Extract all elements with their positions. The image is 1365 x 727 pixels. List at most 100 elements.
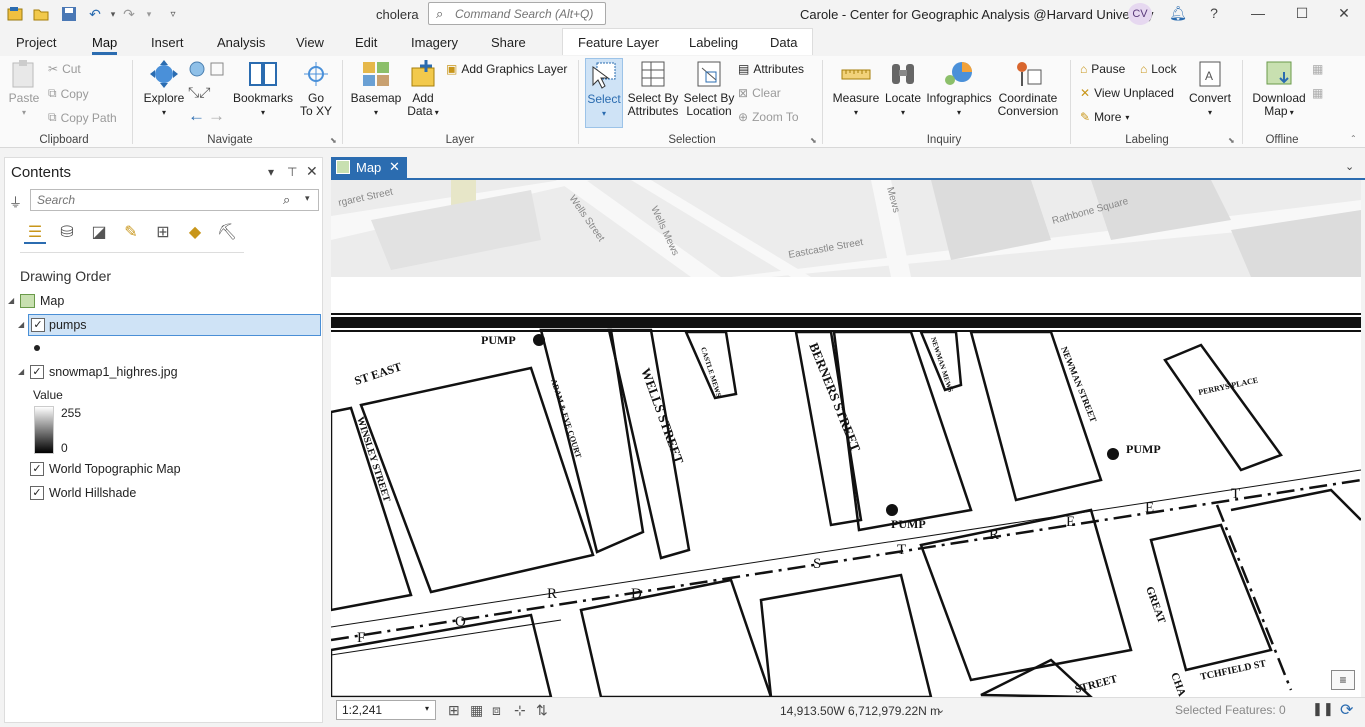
- open-project-icon[interactable]: [32, 5, 50, 23]
- user-account-text[interactable]: Carole - Center for Geographic Analysis …: [800, 7, 1154, 22]
- attributes-button[interactable]: ▤ Attributes: [738, 62, 804, 76]
- sync-icon[interactable]: ▦: [1312, 62, 1323, 76]
- collapse-caret-icon[interactable]: ◢: [8, 296, 14, 305]
- select-by-location-button[interactable]: Select By Location: [682, 58, 736, 118]
- bookmarks-button[interactable]: Bookmarks ▾: [232, 58, 294, 119]
- snapping-icon[interactable]: ⧈: [492, 702, 501, 719]
- grid-icon[interactable]: ▦: [470, 702, 483, 719]
- infographics-button[interactable]: Infographics ▾: [924, 58, 994, 119]
- pump-point[interactable]: [886, 504, 898, 516]
- remove-offline-icon[interactable]: ▦: [1312, 86, 1323, 100]
- labeling-launcher-icon[interactable]: ⬊: [1228, 136, 1235, 145]
- pane-options-icon[interactable]: ▾: [268, 165, 274, 179]
- close-pane-icon[interactable]: ✕: [306, 163, 318, 180]
- tab-share[interactable]: Share: [491, 35, 526, 50]
- tab-analysis[interactable]: Analysis: [217, 35, 265, 50]
- basemap-button[interactable]: Basemap ▾: [350, 58, 402, 119]
- previous-extent-icon[interactable]: ←: [188, 106, 205, 126]
- pump-point[interactable]: [1107, 448, 1119, 460]
- filter-icon[interactable]: ⏚: [9, 192, 22, 211]
- lock-labels-button[interactable]: ⌂ Lock: [1140, 62, 1177, 76]
- next-extent-icon[interactable]: →: [208, 106, 225, 126]
- pin-pane-icon[interactable]: ⊤: [287, 165, 297, 179]
- point-symbol-icon[interactable]: [34, 345, 40, 351]
- list-by-snapping-icon[interactable]: ⊞: [152, 222, 174, 244]
- tree-row-map[interactable]: ◢ Map: [0, 291, 319, 313]
- save-project-icon[interactable]: [60, 5, 78, 23]
- close-tab-icon[interactable]: ✕: [389, 159, 400, 175]
- chevron-down-icon[interactable]: ▾: [425, 704, 429, 713]
- copy-path-button[interactable]: ⧉ Copy Path: [48, 110, 117, 125]
- copy-button[interactable]: ⧉ Copy: [48, 86, 89, 101]
- tab-feature-layer[interactable]: Feature Layer: [578, 35, 659, 50]
- view-unplaced-button[interactable]: ✕ View Unplaced: [1080, 86, 1174, 100]
- tab-project[interactable]: Project: [16, 35, 56, 50]
- tab-map[interactable]: Map: [92, 35, 118, 55]
- tree-row-pumps[interactable]: ✓ pumps: [28, 314, 321, 336]
- north-arrow-icon[interactable]: ⇅: [536, 702, 548, 719]
- explore-button[interactable]: Explore ▾: [142, 58, 186, 119]
- clear-selection-button[interactable]: ⊠ Clear: [738, 86, 781, 100]
- command-search-input[interactable]: [453, 5, 603, 22]
- layer-visibility-checkbox[interactable]: ✓: [31, 318, 45, 332]
- collapse-caret-icon[interactable]: ◢: [18, 320, 24, 329]
- close-button[interactable]: ✕: [1334, 5, 1354, 23]
- cut-button[interactable]: ✂ Cut: [48, 62, 81, 76]
- tab-edit[interactable]: Edit: [355, 35, 377, 50]
- contents-search-input[interactable]: [35, 192, 275, 208]
- view-list-dropdown-icon[interactable]: ⌄: [1345, 160, 1354, 173]
- zoom-extent-arrows-icon[interactable]: ⤡⤢: [188, 84, 210, 101]
- layer-visibility-checkbox[interactable]: ✓: [30, 462, 44, 476]
- refresh-icon[interactable]: ⟳: [1340, 700, 1353, 720]
- minimize-button[interactable]: —: [1248, 5, 1268, 23]
- list-by-perspective-icon[interactable]: ⛏: [216, 222, 238, 244]
- contents-search[interactable]: ⌕ ▾: [30, 189, 319, 211]
- maximize-button[interactable]: ☐: [1292, 5, 1312, 23]
- tab-labeling[interactable]: Labeling: [689, 35, 738, 50]
- select-button[interactable]: Select ▾: [585, 58, 623, 128]
- notifications-bell-icon[interactable]: 🔔︎: [1168, 5, 1188, 23]
- help-button[interactable]: ?: [1204, 5, 1224, 23]
- list-by-labeling-icon[interactable]: ◆: [184, 222, 206, 244]
- customize-qat-icon[interactable]: ▿: [164, 5, 182, 23]
- command-search[interactable]: ⌕: [428, 2, 606, 25]
- tab-map-view[interactable]: Map ✕: [331, 157, 407, 179]
- selection-launcher-icon[interactable]: ⬊: [810, 136, 817, 145]
- redo-icon[interactable]: ↷: [120, 5, 138, 23]
- app-logo-icon[interactable]: [6, 5, 24, 23]
- add-graphics-layer-button[interactable]: ▣ Add Graphics Layer: [446, 62, 567, 76]
- measure-button[interactable]: Measure ▾: [830, 58, 882, 119]
- pause-drawing-icon[interactable]: ❚❚: [1312, 701, 1334, 717]
- list-by-drawing-order-icon[interactable]: ☰: [24, 222, 46, 244]
- search-icon[interactable]: ⌕: [283, 192, 290, 208]
- zoom-to-selection-button[interactable]: ⊕ Zoom To: [738, 110, 799, 124]
- tree-row-world-topographic[interactable]: ✓ World Topographic Map: [0, 459, 319, 481]
- fixed-zoom-icon[interactable]: [208, 60, 226, 78]
- select-by-attributes-button[interactable]: Select By Attributes: [626, 58, 680, 118]
- more-labeling-button[interactable]: ✎ More ▾: [1080, 110, 1129, 124]
- coordinate-units-dropdown-icon[interactable]: ⌄: [936, 703, 945, 716]
- tab-insert[interactable]: Insert: [151, 35, 184, 50]
- add-data-button[interactable]: Add Data ▾: [404, 58, 442, 119]
- constraints-icon[interactable]: ⊹: [514, 702, 526, 719]
- scale-selector[interactable]: 1:2,241 ▾: [336, 700, 436, 720]
- convert-labels-button[interactable]: A Convert ▾: [1186, 58, 1234, 119]
- list-by-selection-icon[interactable]: ◪: [88, 222, 110, 244]
- tree-row-snowmap[interactable]: ◢ ✓ snowmap1_highres.jpg: [0, 362, 319, 384]
- tab-imagery[interactable]: Imagery: [411, 35, 458, 50]
- search-options-icon[interactable]: ▾: [305, 193, 310, 204]
- full-extent-icon[interactable]: [188, 60, 206, 78]
- list-by-editing-icon[interactable]: ✎: [120, 222, 142, 244]
- grayscale-ramp[interactable]: [34, 406, 54, 454]
- layer-visibility-checkbox[interactable]: ✓: [30, 486, 44, 500]
- undo-icon[interactable]: ↶: [86, 5, 104, 23]
- tree-row-world-hillshade[interactable]: ✓ World Hillshade: [0, 483, 319, 505]
- tab-view[interactable]: View: [296, 35, 324, 50]
- tab-data[interactable]: Data: [770, 35, 797, 50]
- download-map-button[interactable]: Download Map ▾: [1248, 58, 1310, 119]
- redo-dropdown-icon[interactable]: ▾: [140, 5, 158, 23]
- add-grid-icon[interactable]: ⊞: [448, 702, 460, 719]
- map-canvas[interactable]: rgaret Street Wells Street Wells Mews Ea…: [331, 180, 1361, 697]
- coordinate-conversion-button[interactable]: Coordinate Conversion: [996, 58, 1060, 118]
- avatar[interactable]: CV: [1128, 3, 1152, 25]
